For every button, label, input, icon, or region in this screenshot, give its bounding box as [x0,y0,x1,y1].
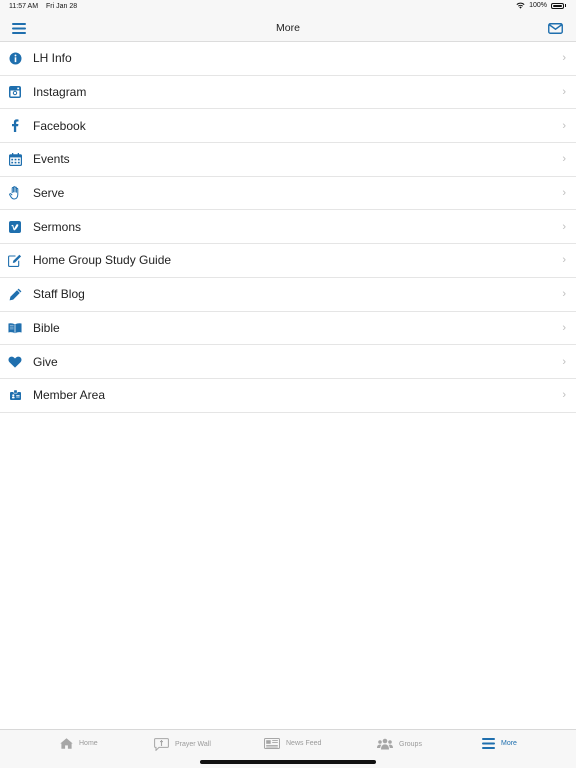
tab-home[interactable]: Home [60,738,98,749]
chevron-right-icon: › [562,288,566,301]
chevron-right-icon: › [562,52,566,65]
menu-item-label: Give [33,354,58,369]
hamburger-icon [482,738,495,749]
menu-item-facebook[interactable]: Facebook › [0,109,576,144]
home-indicator [200,760,376,764]
menu-item-instagram[interactable]: Instagram › [0,76,576,110]
prayer-bubble-icon [154,738,169,751]
menu-item-label: LH Info [33,51,72,66]
nav-bar: More [0,14,576,42]
id-card-icon [8,388,22,402]
menu-item-label: Staff Blog [33,287,85,302]
menu-item-label: Serve [33,186,65,201]
tab-label: Prayer Wall [175,741,211,748]
menu-item-label: Home Group Study Guide [33,253,172,268]
menu-item-member-area[interactable]: Member Area › [0,379,576,413]
users-icon [377,738,393,750]
heart-icon [8,355,22,369]
vimeo-icon [8,220,22,234]
tab-label: News Feed [286,740,322,747]
battery-percent: 100% [529,2,547,9]
envelope-icon [547,22,563,34]
tab-label: Groups [399,740,422,748]
menu-item-label: Instagram [33,85,87,100]
menu-item-bible[interactable]: Bible › [0,312,576,346]
tab-label: More [501,740,517,747]
status-date: Fri Jan 28 [46,3,78,10]
battery-icon [551,2,564,9]
menu-item-staff-blog[interactable]: Staff Blog › [0,278,576,312]
chevron-right-icon: › [562,187,566,200]
newspaper-icon [264,738,280,749]
book-icon [8,321,22,335]
battery-tip [565,4,566,7]
menu-item-label: Facebook [33,118,86,133]
calendar-icon [8,152,22,166]
status-time: 11:57 AM [9,3,39,10]
chevron-right-icon: › [562,254,566,267]
facebook-icon [8,119,22,133]
menu-item-give[interactable]: Give › [0,345,576,379]
chevron-right-icon: › [562,220,566,233]
wifi-icon [516,2,525,9]
edit-icon [8,253,22,267]
menu-item-label: Bible [33,320,60,335]
menu-item-label: Events [33,152,70,167]
tab-prayer-wall[interactable]: Prayer Wall [154,738,211,751]
chevron-right-icon: › [562,86,566,99]
menu-item-lh-info[interactable]: LH Info › [0,42,576,76]
chevron-right-icon: › [562,355,566,368]
menu-item-label: Sermons [33,219,82,234]
instagram-icon [8,85,22,99]
info-circle-icon [8,51,22,65]
tab-more[interactable]: More [482,738,517,749]
tab-groups[interactable]: Groups [377,738,422,750]
more-menu-list: LH Info › Instagram › Facebook › Events … [0,42,576,413]
menu-item-home-group-study-guide[interactable]: Home Group Study Guide › [0,244,576,278]
mail-button[interactable] [546,20,564,36]
menu-item-sermons[interactable]: Sermons › [0,210,576,245]
chevron-right-icon: › [562,119,566,132]
status-right: 100% [516,2,566,9]
menu-item-label: Member Area [33,388,106,403]
tab-news-feed[interactable]: News Feed [264,738,321,749]
status-bar: 11:57 AM Fri Jan 28 100% [0,0,576,14]
chevron-right-icon: › [562,389,566,402]
tab-label: Home [79,740,98,747]
status-left: 11:57 AM Fri Jan 28 [9,3,83,10]
hand-icon [8,186,22,200]
chevron-right-icon: › [562,153,566,166]
page-title: More [276,22,300,34]
chevron-right-icon: › [562,321,566,334]
menu-item-serve[interactable]: Serve › [0,177,576,211]
pencil-icon [8,287,22,301]
menu-item-events[interactable]: Events › [0,143,576,177]
home-icon [60,738,73,749]
